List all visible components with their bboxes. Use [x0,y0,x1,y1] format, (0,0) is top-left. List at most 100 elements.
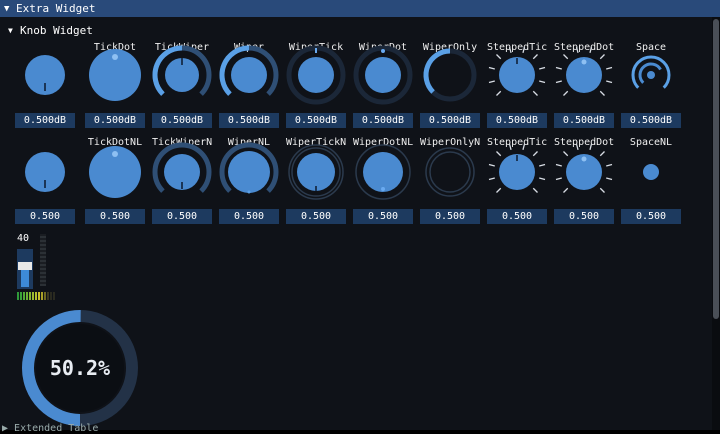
progress-label: 50.2% [50,356,110,380]
knob-value-field[interactable]: 0.500 [353,209,413,224]
knob-wipertickNL[interactable] [286,140,346,204]
knob-spaceNL[interactable] [621,140,681,204]
knob-body [643,164,659,180]
step-tick [606,177,613,181]
knob-steppedtick[interactable] [487,43,547,107]
knob-wiperdot[interactable] [353,43,413,107]
knob-dot [581,59,587,65]
level-segment [26,292,28,300]
knob-tickwiperNL[interactable] [152,140,212,204]
knob-value-field[interactable]: 0.500dB [487,113,547,128]
step-tick [563,54,569,60]
step-tick [599,90,605,96]
knob-value-field[interactable]: 0.500 [621,209,681,224]
vslider-value: 40 [17,233,30,244]
meter-tick [40,240,46,242]
knob-wiper[interactable] [219,43,279,107]
step-tick [539,163,546,167]
step-tick [488,66,495,70]
knob-value-field[interactable]: 0.500 [286,209,346,224]
knob-value-field[interactable]: 0.500dB [152,113,212,128]
step-tick [599,151,605,157]
step-tick [496,90,502,96]
step-tick [496,187,502,193]
meter-tick [40,268,46,270]
knob-value-field[interactable]: 0.500dB [353,113,413,128]
knob-body [228,151,270,193]
knob-value-field[interactable]: 0.500 [420,209,480,224]
meter-tick [40,280,46,282]
knob-body [231,57,267,93]
extended-table-header[interactable]: ▶ Extended Table [2,423,98,434]
knob-tick[interactable] [15,140,75,204]
knob-value-field[interactable]: 0.500 [85,209,145,224]
knob-steppeddot[interactable] [554,140,614,204]
knob-value-field[interactable]: 0.500dB [85,113,145,128]
level-segment [29,292,31,300]
vertical-slider[interactable] [17,249,33,289]
tree-arrow-icon[interactable]: ▼ [8,26,20,35]
knob-tickdot[interactable] [85,43,145,107]
level-bar [17,292,55,300]
step-tick [555,66,562,70]
knob-wiperonlyNL[interactable] [420,140,480,204]
knob-value-field[interactable]: 0.500 [152,209,212,224]
step-tick [532,151,538,157]
knob-value-field[interactable]: 0.500 [487,209,547,224]
step-tick [555,80,562,84]
knob-body [297,153,335,191]
knob-steppeddot[interactable] [554,43,614,107]
level-segment [53,292,55,300]
knob-value-field[interactable]: 0.500 [219,209,279,224]
knob-tickwiper[interactable] [152,43,212,107]
knob-wiperonly[interactable] [420,43,480,107]
knob-dot [112,54,118,60]
knob-wiper [423,48,451,94]
knob-value-field[interactable]: 0.500dB [286,113,346,128]
knob-value-field[interactable]: 0.500dB [621,113,681,128]
knob-dot [381,49,385,53]
knob-part [429,151,471,193]
knob-wipertick[interactable] [286,43,346,107]
level-segment [44,292,46,300]
knob-steppedtick[interactable] [487,140,547,204]
knob-wiperdotNL[interactable] [353,140,413,204]
step-tick [539,177,546,181]
meter-tick [40,252,46,254]
level-meter [40,234,46,286]
step-tick [522,46,526,53]
knob-tickdot[interactable] [85,140,145,204]
knob-value-field[interactable]: 0.500 [15,209,75,224]
knob-wiperNL[interactable] [219,140,279,204]
step-tick [599,54,605,60]
meter-tick [40,236,46,238]
step-tick [575,143,579,150]
step-tick [508,143,512,150]
window-titlebar[interactable]: ▼ Extra Widget [0,0,720,17]
knob-value-field[interactable]: 0.500dB [219,113,279,128]
knob-body [298,57,334,93]
meter-tick [40,276,46,278]
knob-dot [381,187,385,191]
level-segment [17,292,19,300]
knob-body [647,71,655,79]
step-tick [488,177,495,181]
knob-space[interactable] [621,43,681,107]
vslider-grab[interactable] [18,261,32,270]
scroll-thumb[interactable] [713,19,719,319]
meter-tick [40,260,46,262]
knob-widget-header[interactable]: ▼ Knob Widget [8,22,93,38]
knob-value-field[interactable]: 0.500dB [554,113,614,128]
knob-value-field[interactable]: 0.500 [554,209,614,224]
level-segment [47,292,49,300]
step-tick [575,46,579,53]
collapse-arrow-icon[interactable]: ▼ [4,4,14,14]
knob-value-field[interactable]: 0.500dB [420,113,480,128]
knob-dot [112,151,118,157]
knob-tick[interactable] [15,43,75,107]
knob-value-field[interactable]: 0.500dB [15,113,75,128]
step-tick [496,54,502,60]
step-tick [606,163,613,167]
step-tick [563,187,569,193]
scrollbar[interactable] [712,17,720,430]
